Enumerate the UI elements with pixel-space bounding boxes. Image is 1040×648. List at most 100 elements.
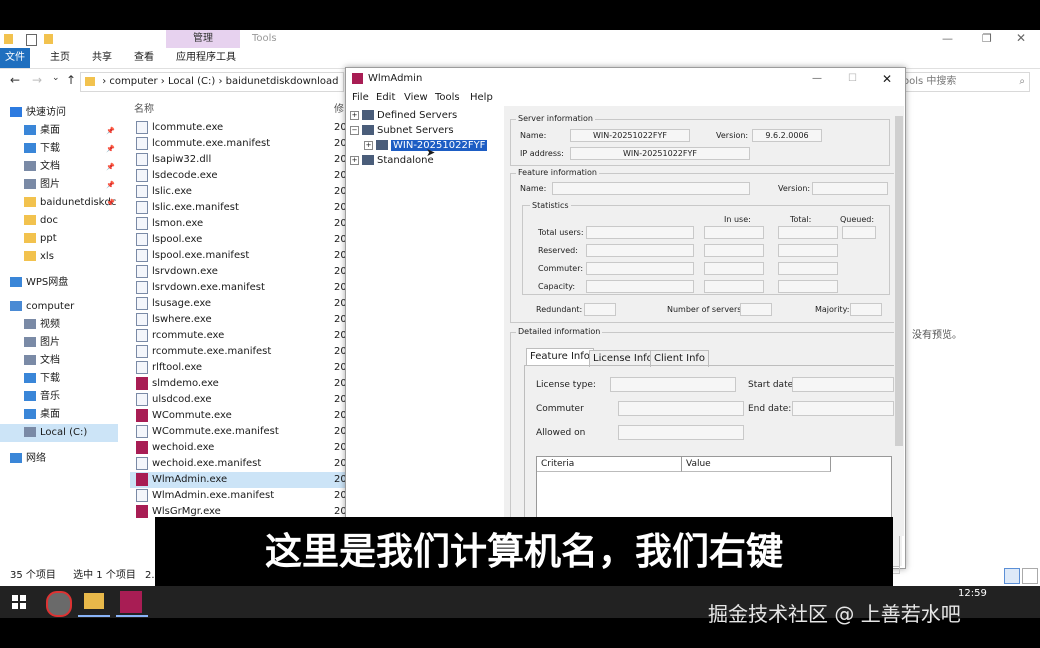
file-list-row[interactable]: lspool.exe 20 xyxy=(130,232,347,248)
pin-icon[interactable]: 📌 xyxy=(106,122,115,140)
nav-item[interactable]: ppt xyxy=(0,230,118,248)
file-list-row[interactable]: rlftool.exe 20 xyxy=(130,360,347,376)
file-list-row[interactable]: lcommute.exe.manifest 20 xyxy=(130,136,347,152)
search-input[interactable]: ools 中搜索 ⌕ xyxy=(902,72,1030,92)
tab-share[interactable]: 共享 xyxy=(86,48,118,68)
nav-item[interactable]: Local (C:) xyxy=(0,424,118,442)
clock-time[interactable]: 12:59 xyxy=(958,588,987,599)
screen-recorder-icon[interactable] xyxy=(46,591,72,617)
nav-item[interactable]: 网络 xyxy=(0,450,118,468)
nav-item[interactable]: computer xyxy=(0,298,118,316)
nav-item[interactable]: 桌面 📌 xyxy=(0,122,118,140)
minimize-button[interactable]: — xyxy=(942,32,953,45)
expand-icon[interactable]: + xyxy=(364,140,373,150)
forward-arrow-icon[interactable]: → xyxy=(32,73,42,87)
breadcrumb-local-c[interactable]: Local (C:) xyxy=(168,76,215,87)
menu-edit[interactable]: Edit xyxy=(376,90,395,106)
tab-file[interactable]: 文件 xyxy=(0,48,30,68)
manage-tab-header[interactable]: 管理 xyxy=(166,30,240,48)
tree-node-standalone[interactable]: + Standalone xyxy=(350,153,434,168)
maximize-button[interactable]: ❐ xyxy=(982,32,992,45)
file-list-row[interactable]: WCommute.exe.manifest 20 xyxy=(130,424,347,440)
large-icons-view-icon[interactable] xyxy=(1022,568,1038,584)
file-list-row[interactable]: lslic.exe.manifest 20 xyxy=(130,200,347,216)
vertical-scrollbar[interactable] xyxy=(894,106,904,536)
file-list-row[interactable]: WlmAdmin.exe 20 xyxy=(130,472,347,488)
nav-item[interactable]: 文档 📌 xyxy=(0,158,118,176)
tab-view[interactable]: 查看 xyxy=(128,48,160,68)
file-list-row[interactable]: lsdecode.exe 20 xyxy=(130,168,347,184)
folder-icon[interactable] xyxy=(4,34,13,44)
pin-icon[interactable]: 📌 xyxy=(106,194,115,212)
nav-item[interactable]: 桌面 xyxy=(0,406,118,424)
wlmadmin-taskbar-icon[interactable] xyxy=(120,591,142,613)
nav-item[interactable]: 快速访问 xyxy=(0,104,118,122)
nav-item[interactable]: 图片 xyxy=(0,334,118,352)
file-list-row[interactable]: lslic.exe 20 xyxy=(130,184,347,200)
menu-tools[interactable]: Tools xyxy=(435,90,460,106)
tree-node-subnet-servers[interactable]: − Subnet Servers xyxy=(350,123,454,138)
file-explorer-icon[interactable] xyxy=(84,593,104,609)
tab-home[interactable]: 主页 xyxy=(44,48,76,68)
up-arrow-icon[interactable]: ↑ xyxy=(66,73,76,87)
collapse-icon[interactable]: − xyxy=(350,125,359,135)
close-button[interactable]: ✕ xyxy=(882,68,892,90)
file-list-row[interactable]: wechoid.exe 20 xyxy=(130,440,347,456)
file-list-row[interactable]: WlmAdmin.exe.manifest 20 xyxy=(130,488,347,504)
pin-icon[interactable]: 📌 xyxy=(106,176,115,194)
file-list-row[interactable]: lsrvdown.exe.manifest 20 xyxy=(130,280,347,296)
file-list-row[interactable]: WCommute.exe 20 xyxy=(130,408,347,424)
expand-icon[interactable]: + xyxy=(350,110,359,120)
file-list-row[interactable]: wechoid.exe.manifest 20 xyxy=(130,456,347,472)
details-view-icon[interactable] xyxy=(1004,568,1020,584)
column-header-name[interactable]: 名称 xyxy=(134,100,154,115)
menu-view[interactable]: View xyxy=(404,90,428,106)
nav-item[interactable]: 下载 xyxy=(0,370,118,388)
nav-item[interactable]: baidunetdiskdc 📌 xyxy=(0,194,118,212)
nav-item[interactable]: 图片 📌 xyxy=(0,176,118,194)
chevron-down-icon[interactable]: ⌄ xyxy=(52,73,60,83)
file-list-row[interactable]: rcommute.exe.manifest 20 xyxy=(130,344,347,360)
criteria-column-header[interactable]: Criteria xyxy=(537,457,682,472)
nav-item[interactable]: doc xyxy=(0,212,118,230)
breadcrumb-baidunetdiskdownload[interactable]: baidunetdiskdownload xyxy=(226,76,339,87)
tree-node-defined-servers[interactable]: + Defined Servers xyxy=(350,108,457,123)
nav-item[interactable]: WPS网盘 xyxy=(0,274,118,292)
value-column-header[interactable]: Value xyxy=(682,457,831,472)
windows-start-icon[interactable] xyxy=(12,595,26,609)
minimize-button[interactable]: — xyxy=(812,68,822,90)
column-header-date[interactable]: 修 xyxy=(334,100,344,115)
scrollbar-thumb[interactable] xyxy=(895,116,903,446)
nav-item[interactable]: 下载 📌 xyxy=(0,140,118,158)
wlmadmin-titlebar[interactable]: WlmAdmin — ☐ ✕ xyxy=(346,68,905,90)
tab-feature-info[interactable]: Feature Info xyxy=(526,348,594,365)
nav-item[interactable]: xls xyxy=(0,248,118,266)
file-list-row[interactable]: lsusage.exe 20 xyxy=(130,296,347,312)
file-list-row[interactable]: lcommute.exe 20 xyxy=(130,120,347,136)
nav-item[interactable]: 视频 xyxy=(0,316,118,334)
nav-item[interactable]: 音乐 xyxy=(0,388,118,406)
close-button[interactable]: ✕ xyxy=(1016,31,1026,45)
menu-help[interactable]: Help xyxy=(470,90,493,106)
menu-file[interactable]: File xyxy=(352,90,369,106)
file-list-row[interactable]: lsmon.exe 20 xyxy=(130,216,347,232)
pin-icon[interactable]: 📌 xyxy=(106,140,115,158)
file-list-row[interactable]: lsrvdown.exe 20 xyxy=(130,264,347,280)
file-list-row[interactable]: ulsdcod.exe 20 xyxy=(130,392,347,408)
address-input[interactable]: › computer › Local (C:) › baidunetdiskdo… xyxy=(80,72,344,92)
nav-item[interactable]: 文档 xyxy=(0,352,118,370)
file-list-row[interactable]: lspool.exe.manifest 20 xyxy=(130,248,347,264)
expand-icon[interactable]: + xyxy=(350,155,359,165)
file-list-row[interactable]: lswhere.exe 20 xyxy=(130,312,347,328)
breadcrumb-computer[interactable]: computer xyxy=(109,76,157,87)
properties-icon[interactable] xyxy=(26,34,37,46)
pin-icon[interactable]: 📌 xyxy=(106,158,115,176)
tab-application-tools[interactable]: 应用程序工具 xyxy=(170,48,242,68)
file-list-row[interactable]: rcommute.exe 20 xyxy=(130,328,347,344)
file-list-row[interactable]: slmdemo.exe 20 xyxy=(130,376,347,392)
back-arrow-icon[interactable]: ← xyxy=(10,73,20,87)
new-folder-icon[interactable] xyxy=(44,34,53,44)
file-list-row[interactable]: lsapiw32.dll 20 xyxy=(130,152,347,168)
file-name: WlsGrMgr.exe xyxy=(152,506,221,517)
maximize-button[interactable]: ☐ xyxy=(848,68,857,90)
